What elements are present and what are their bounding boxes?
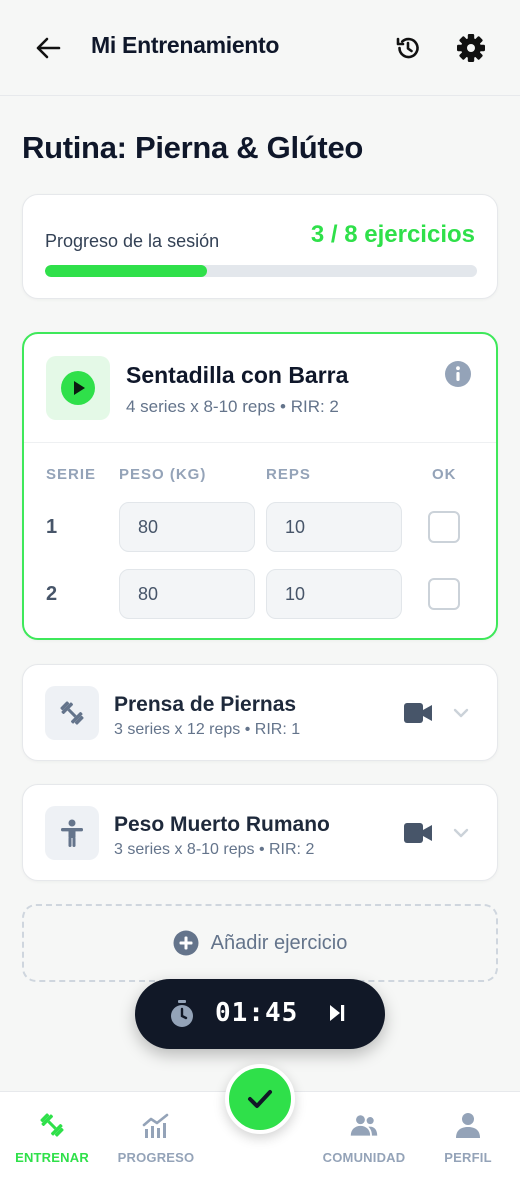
column-header-reps: REPS [266, 466, 311, 483]
nav-item-comunidad[interactable]: COMUNIDAD [316, 1092, 412, 1178]
progress-bar [45, 265, 477, 277]
rest-timer[interactable]: 01:45 [135, 979, 385, 1049]
exercise-meta: 3 series x 8-10 reps • RIR: 2 [114, 841, 315, 858]
settings-gear-icon[interactable] [451, 28, 491, 68]
nav-item-perfil[interactable]: PERFIL [428, 1092, 508, 1178]
add-exercise-button[interactable]: Añadir ejercicio [22, 904, 498, 982]
exercise-meta: 3 series x 12 reps • RIR: 1 [114, 721, 301, 738]
nav-item-progreso[interactable]: PROGRESO [111, 1092, 201, 1178]
video-camera-icon[interactable] [403, 821, 433, 845]
progress-label: Progreso de la sesión [45, 231, 220, 251]
checkmark-icon [248, 1090, 272, 1108]
progress-count: 3 / 8 ejercicios [310, 221, 475, 248]
add-exercise-label: Añadir ejercicio [210, 931, 348, 954]
history-icon[interactable] [388, 28, 428, 68]
nav-item-entrenar[interactable]: ENTRENAR [8, 1092, 96, 1178]
chevron-down-icon[interactable] [451, 703, 471, 723]
exercise-name: Prensa de Piernas [114, 693, 297, 716]
timer-time: 01:45 [215, 998, 299, 1028]
progress-bar-fill [45, 265, 207, 277]
weight-input[interactable]: 80 [119, 569, 255, 619]
dumbbell-icon [45, 686, 99, 740]
chart-icon [141, 1110, 171, 1140]
info-icon[interactable] [444, 360, 472, 388]
reps-input[interactable]: 10 [266, 569, 402, 619]
skip-next-icon[interactable] [323, 999, 351, 1027]
set-done-checkbox[interactable] [428, 511, 460, 543]
video-camera-icon[interactable] [403, 701, 433, 725]
people-icon [349, 1110, 379, 1140]
weight-input[interactable]: 80 [119, 502, 255, 552]
column-header-serie: SERIE [46, 466, 97, 483]
column-header-ok: OK [432, 466, 457, 483]
session-progress-card: Progreso de la sesión 3 / 8 ejercicios [22, 194, 498, 299]
card-divider [24, 442, 496, 443]
nav-label: PROGRESO [117, 1150, 195, 1165]
plus-circle-icon [173, 930, 199, 956]
nav-label: COMUNIDAD [322, 1150, 406, 1165]
exercise-name: Sentadilla con Barra [126, 362, 349, 388]
chevron-down-icon[interactable] [451, 823, 471, 843]
active-exercise-card[interactable]: Sentadilla con Barra 4 series x 8-10 rep… [22, 332, 498, 640]
set-number: 2 [46, 583, 58, 605]
set-number: 1 [46, 516, 58, 538]
person-icon [45, 806, 99, 860]
dumbbell-icon [37, 1110, 67, 1140]
exercise-card-prensa[interactable]: Prensa de Piernas 3 series x 12 reps • R… [22, 664, 498, 761]
routine-title: Rutina: Pierna & Glúteo [22, 130, 364, 165]
exercise-card-peso-muerto[interactable]: Peso Muerto Rumano 3 series x 8-10 reps … [22, 784, 498, 881]
nav-label: PERFIL [444, 1150, 492, 1165]
finish-workout-button[interactable] [225, 1064, 295, 1134]
top-bar: Mi Entrenamiento [0, 0, 520, 96]
play-icon [61, 371, 95, 405]
column-header-peso: PESO (KG) [119, 466, 207, 483]
play-button[interactable] [46, 356, 110, 420]
nav-label: ENTRENAR [15, 1150, 89, 1165]
back-arrow-icon[interactable] [28, 30, 68, 66]
reps-input[interactable]: 10 [266, 502, 402, 552]
stopwatch-icon [167, 999, 197, 1029]
user-icon [453, 1110, 483, 1140]
exercise-name: Peso Muerto Rumano [114, 813, 330, 836]
set-done-checkbox[interactable] [428, 578, 460, 610]
exercise-meta: 4 series x 8-10 reps • RIR: 2 [126, 397, 339, 416]
app-title: Mi Entrenamiento [91, 32, 280, 58]
